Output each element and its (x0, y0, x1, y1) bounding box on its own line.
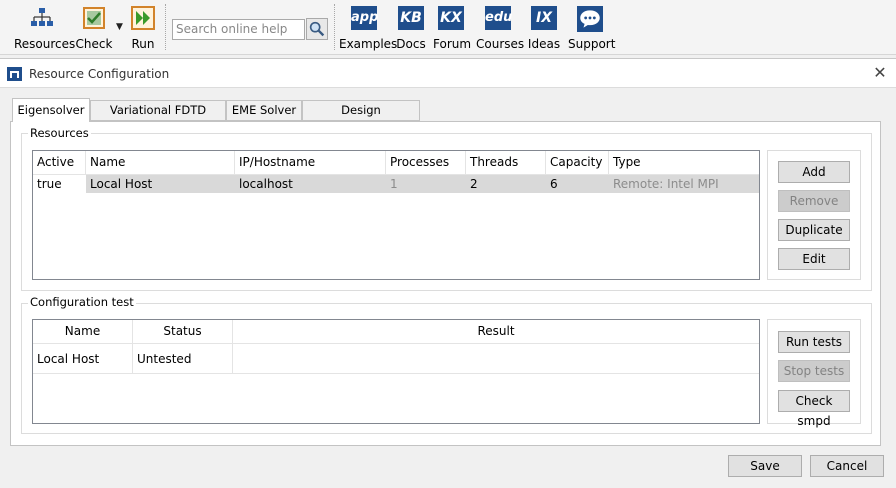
docs-label: Docs (396, 37, 426, 51)
cell-name: Local Host (33, 344, 133, 374)
column-header-name[interactable]: Name (86, 151, 235, 175)
check-icon (83, 7, 105, 29)
tab-eigensolver[interactable]: Eigensolver (12, 98, 90, 122)
dialog-title: Resource Configuration (29, 67, 170, 81)
dialog-titlebar: Resource Configuration ✕ (0, 58, 896, 88)
add-button[interactable]: Add (778, 161, 850, 183)
configuration-test-button-panel: Run tests Stop tests Check smpd (767, 319, 861, 428)
resources-button-panel: Add Remove Duplicate Edit (767, 150, 861, 280)
stop-tests-button[interactable]: Stop tests (778, 360, 850, 382)
support-chat-icon (577, 6, 603, 32)
docs-button[interactable]: KB Docs (395, 6, 427, 52)
ix-icon: IX (531, 6, 557, 30)
forum-button[interactable]: KX Forum (433, 6, 472, 52)
save-button[interactable]: Save (728, 455, 802, 477)
column-header-type[interactable]: Type (609, 151, 759, 175)
courses-button[interactable]: edu Courses (476, 6, 525, 52)
column-header-hostname[interactable]: IP/Hostname (235, 151, 386, 175)
cell-active: true (33, 175, 86, 193)
table-row[interactable]: Local Host Untested (33, 344, 759, 374)
tab-design-environment[interactable]: Design environment (302, 100, 420, 136)
app-icon: app (351, 6, 378, 30)
support-label: Support (568, 37, 616, 51)
cell-threads: 2 (466, 175, 546, 193)
search-button[interactable] (306, 18, 328, 40)
examples-label: Examples (339, 37, 398, 51)
tab-eme-solver[interactable]: EME Solver (226, 100, 302, 121)
configuration-test-table: Name Status Result Local Host Untested (32, 319, 760, 424)
resource-configuration-dialog: Resource Configuration ✕ Eigensolver Var… (0, 58, 896, 488)
cell-status: Untested (133, 344, 233, 374)
resources-table: Active Name IP/Hostname Processes Thread… (32, 150, 760, 280)
ideas-button[interactable]: IX Ideas (527, 6, 561, 52)
search-icon (309, 21, 325, 37)
main-toolbar: Resources Check ▼ Run Search online help… (0, 0, 896, 55)
tab-variational-fdtd-solver[interactable]: Variational FDTD Solver (90, 100, 226, 136)
ideas-label: Ideas (527, 37, 561, 51)
edit-button[interactable]: Edit (778, 248, 850, 270)
cell-result (233, 344, 759, 374)
column-header-active[interactable]: Active (33, 151, 86, 175)
examples-button[interactable]: app Examples (339, 6, 398, 52)
toolbar-separator (165, 4, 167, 50)
column-header-capacity[interactable]: Capacity (546, 151, 609, 175)
remove-button[interactable]: Remove (778, 190, 850, 212)
column-header-processes[interactable]: Processes (386, 151, 466, 175)
toolbar-separator (334, 4, 336, 50)
resources-label: Resources (14, 37, 76, 51)
check-label: Check (75, 37, 113, 51)
run-label: Run (131, 37, 155, 51)
duplicate-button[interactable]: Duplicate (778, 219, 850, 241)
cell-hostname: localhost (235, 175, 386, 193)
cancel-button[interactable]: Cancel (810, 455, 884, 477)
check-smpd-button[interactable]: Check smpd (778, 390, 850, 428)
column-header-result[interactable]: Result (233, 320, 759, 344)
close-icon[interactable]: ✕ (871, 64, 889, 82)
configuration-test-group-label: Configuration test (28, 295, 136, 309)
column-header-status[interactable]: Status (133, 320, 233, 344)
kx-icon: KX (438, 6, 464, 30)
run-icon (131, 6, 155, 30)
resources-button[interactable]: Resources (14, 6, 76, 52)
run-tests-button[interactable]: Run tests (778, 331, 850, 353)
cell-processes: 1 (386, 175, 466, 193)
check-dropdown-chevron-icon[interactable]: ▼ (116, 22, 126, 32)
search-input[interactable]: Search online help (172, 19, 305, 40)
cell-type: Remote: Intel MPI (609, 175, 759, 193)
resources-icon (31, 8, 53, 26)
resources-group-label: Resources (28, 126, 91, 140)
column-header-name[interactable]: Name (33, 320, 133, 344)
edu-icon: edu (485, 6, 512, 30)
app-window-icon (7, 67, 22, 81)
column-header-threads[interactable]: Threads (466, 151, 546, 175)
forum-label: Forum (433, 37, 472, 51)
check-button[interactable]: Check (75, 6, 113, 52)
table-row[interactable]: true Local Host localhost 1 2 6 Remote: … (33, 175, 759, 193)
run-button[interactable]: Run (128, 6, 158, 52)
support-button[interactable]: Support (568, 6, 616, 52)
cell-name: Local Host (86, 175, 235, 193)
courses-label: Courses (476, 37, 525, 51)
kb-icon: KB (398, 6, 424, 30)
cell-capacity: 6 (546, 175, 609, 193)
tab-panel: Resources Active Name IP/Hostname Proces… (10, 121, 881, 446)
